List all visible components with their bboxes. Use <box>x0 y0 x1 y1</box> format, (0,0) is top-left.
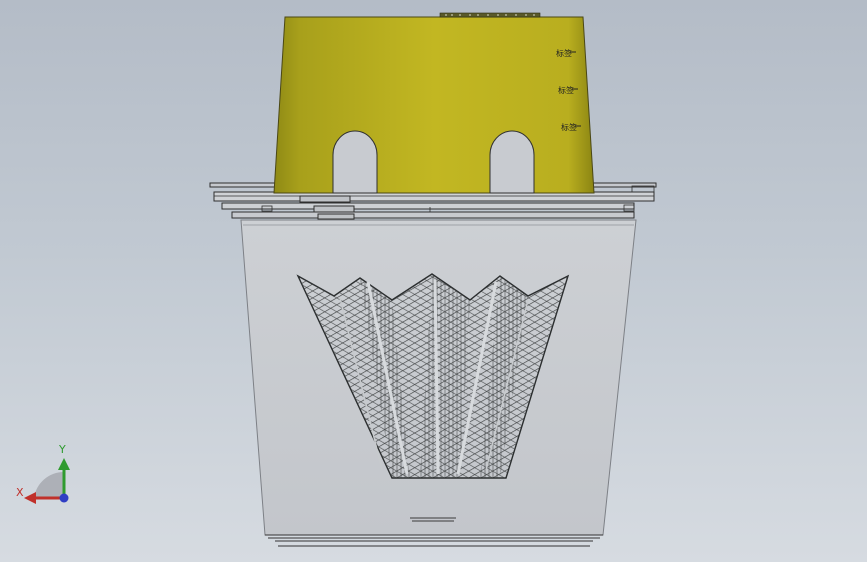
svg-text:标签: 标签 <box>561 122 577 132</box>
svg-text:标签: 标签 <box>558 85 574 95</box>
z-axis-dot-icon <box>59 493 69 503</box>
axis-triad <box>24 458 70 504</box>
axis-y-label: Y <box>59 443 66 456</box>
model-scene[interactable]: 标签 标签 标签 <box>0 0 867 562</box>
axis-x-label: X <box>16 486 24 499</box>
y-arrowhead-icon <box>58 458 70 470</box>
x-arrowhead-icon <box>24 492 36 504</box>
svg-text:标签: 标签 <box>556 48 572 58</box>
graphics-viewport[interactable]: 标签 标签 标签 Y X <box>0 0 867 562</box>
upper-housing[interactable]: 标签 标签 标签 <box>273 12 595 194</box>
